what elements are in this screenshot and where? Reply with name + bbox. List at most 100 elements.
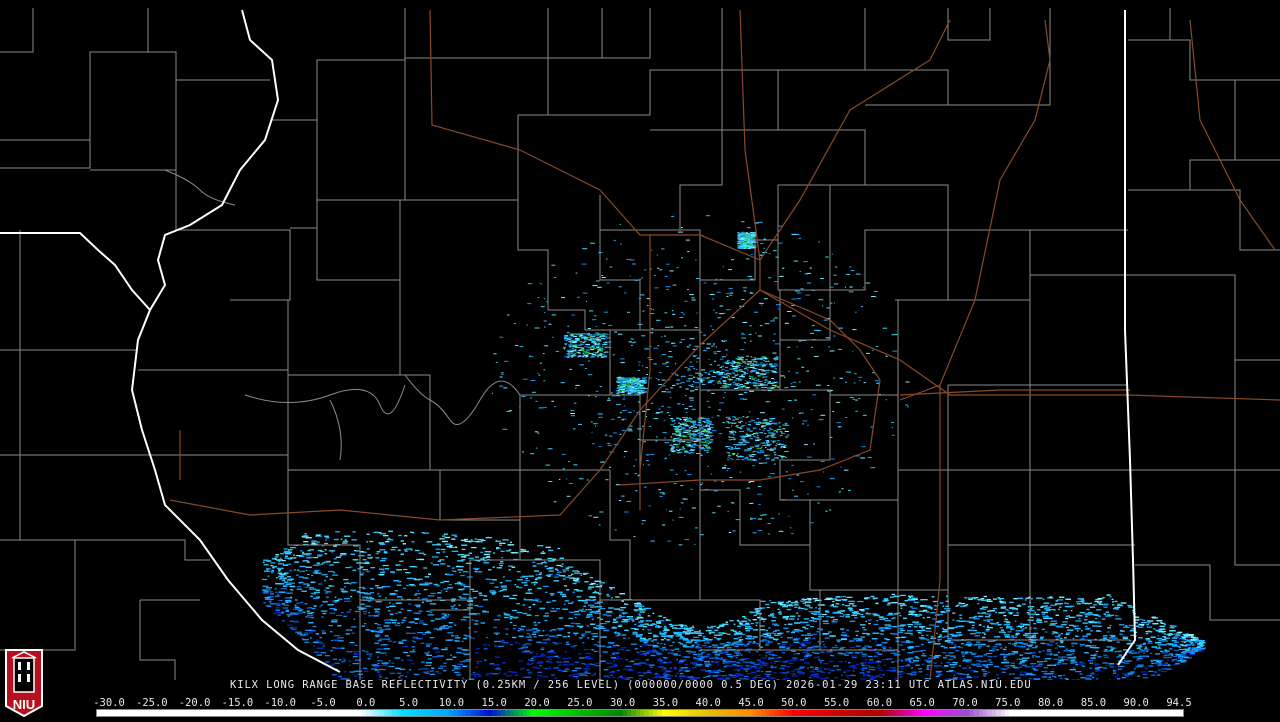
echo-cell [297,589,302,590]
echo-cell [277,594,279,595]
echo-cell [277,568,283,569]
echo-cell [1030,610,1035,611]
echo-cell [765,655,767,656]
echo-cell [423,634,426,635]
echo-cell [879,628,884,629]
echo-cell [999,644,1001,645]
echo-cell [288,601,292,602]
echo-cell [367,548,370,549]
echo-cell [725,662,731,663]
echo-cell [509,669,511,670]
echo-cell [847,597,853,598]
echo-cell [563,636,567,637]
echo-cell [1036,598,1042,599]
echo-cell [836,596,840,597]
echo-cell [463,571,469,572]
echo-cell [1143,643,1146,644]
echo-cell [979,661,982,662]
echo-cell [987,626,989,627]
echo-cell [971,653,976,654]
echo-cell [266,568,268,569]
echo-cell [554,577,558,578]
echo-cell [969,667,971,668]
echo-cell [452,665,456,666]
echo-cell [772,655,777,656]
echo-cell [1107,627,1111,628]
echo-cell [495,587,499,588]
echo-cell [566,568,570,569]
echo-cell [475,667,478,668]
echo-cell [977,656,983,657]
echo-cell [422,668,428,669]
echo-cell [952,662,958,663]
echo-cell [600,646,606,647]
echo-cell [295,599,298,600]
echo-cell [548,651,554,652]
echo-cell [321,630,325,631]
echo-cell [377,672,380,673]
echo-cell [1103,667,1108,668]
echo-cell [457,635,459,636]
echo-cell [1022,665,1027,666]
echo-cell [974,644,977,645]
echo-cell [697,656,703,657]
echo-cell [1064,650,1068,651]
echo-cell [539,635,544,636]
echo-cell [1032,647,1037,648]
echo-cell [535,579,537,580]
echo-cell [960,647,963,648]
echo-cell [406,633,411,634]
echo-cell [432,544,437,545]
echo-cell [474,631,478,632]
echo-cell [513,628,515,629]
echo-cell [541,562,547,563]
echo-cell [754,677,757,678]
echo-cell [432,556,439,557]
echo-cell [1046,631,1048,632]
echo-cell [734,669,740,670]
echo-cell [818,616,824,617]
echo-cell [734,624,736,625]
echo-cell [995,612,997,613]
echo-cell [856,635,858,636]
echo-cell [1048,679,1053,680]
echo-cell [610,675,612,676]
echo-cell [1116,656,1122,657]
echo-cell [1115,618,1121,619]
echo-cell [404,617,407,618]
echo-cell [536,574,538,575]
echo-cell [333,659,337,660]
echo-cell [1119,624,1124,625]
echo-cell [628,620,630,621]
echo-cell [692,626,694,627]
echo-cell [607,595,610,596]
echo-cell [623,638,626,639]
echo-cell [900,605,902,606]
echo-cell [536,653,538,654]
echo-cell [1020,627,1022,628]
echo-cell [1008,643,1011,644]
echo-cell [1158,635,1160,636]
echo-cell [970,670,976,671]
echo-cell [457,582,461,583]
echo-cell [715,652,718,653]
echo-cell [862,654,867,655]
echo-cell [874,656,877,657]
echo-cell [982,632,985,633]
echo-cell [330,579,334,580]
echo-cell [1130,671,1135,672]
echo-cell [403,646,409,647]
echo-cell [564,585,567,586]
echo-cell [377,649,383,650]
echo-cell [439,538,441,539]
echo-cell [542,676,548,677]
echo-cell [525,677,531,678]
echo-cell [1082,600,1084,601]
echo-cell [640,651,645,652]
echo-cell [884,665,886,666]
echo-cell [1061,642,1064,643]
echo-cell [768,615,774,616]
echo-cell [1159,647,1161,648]
echo-cell [354,619,356,620]
echo-cell [1059,607,1062,608]
